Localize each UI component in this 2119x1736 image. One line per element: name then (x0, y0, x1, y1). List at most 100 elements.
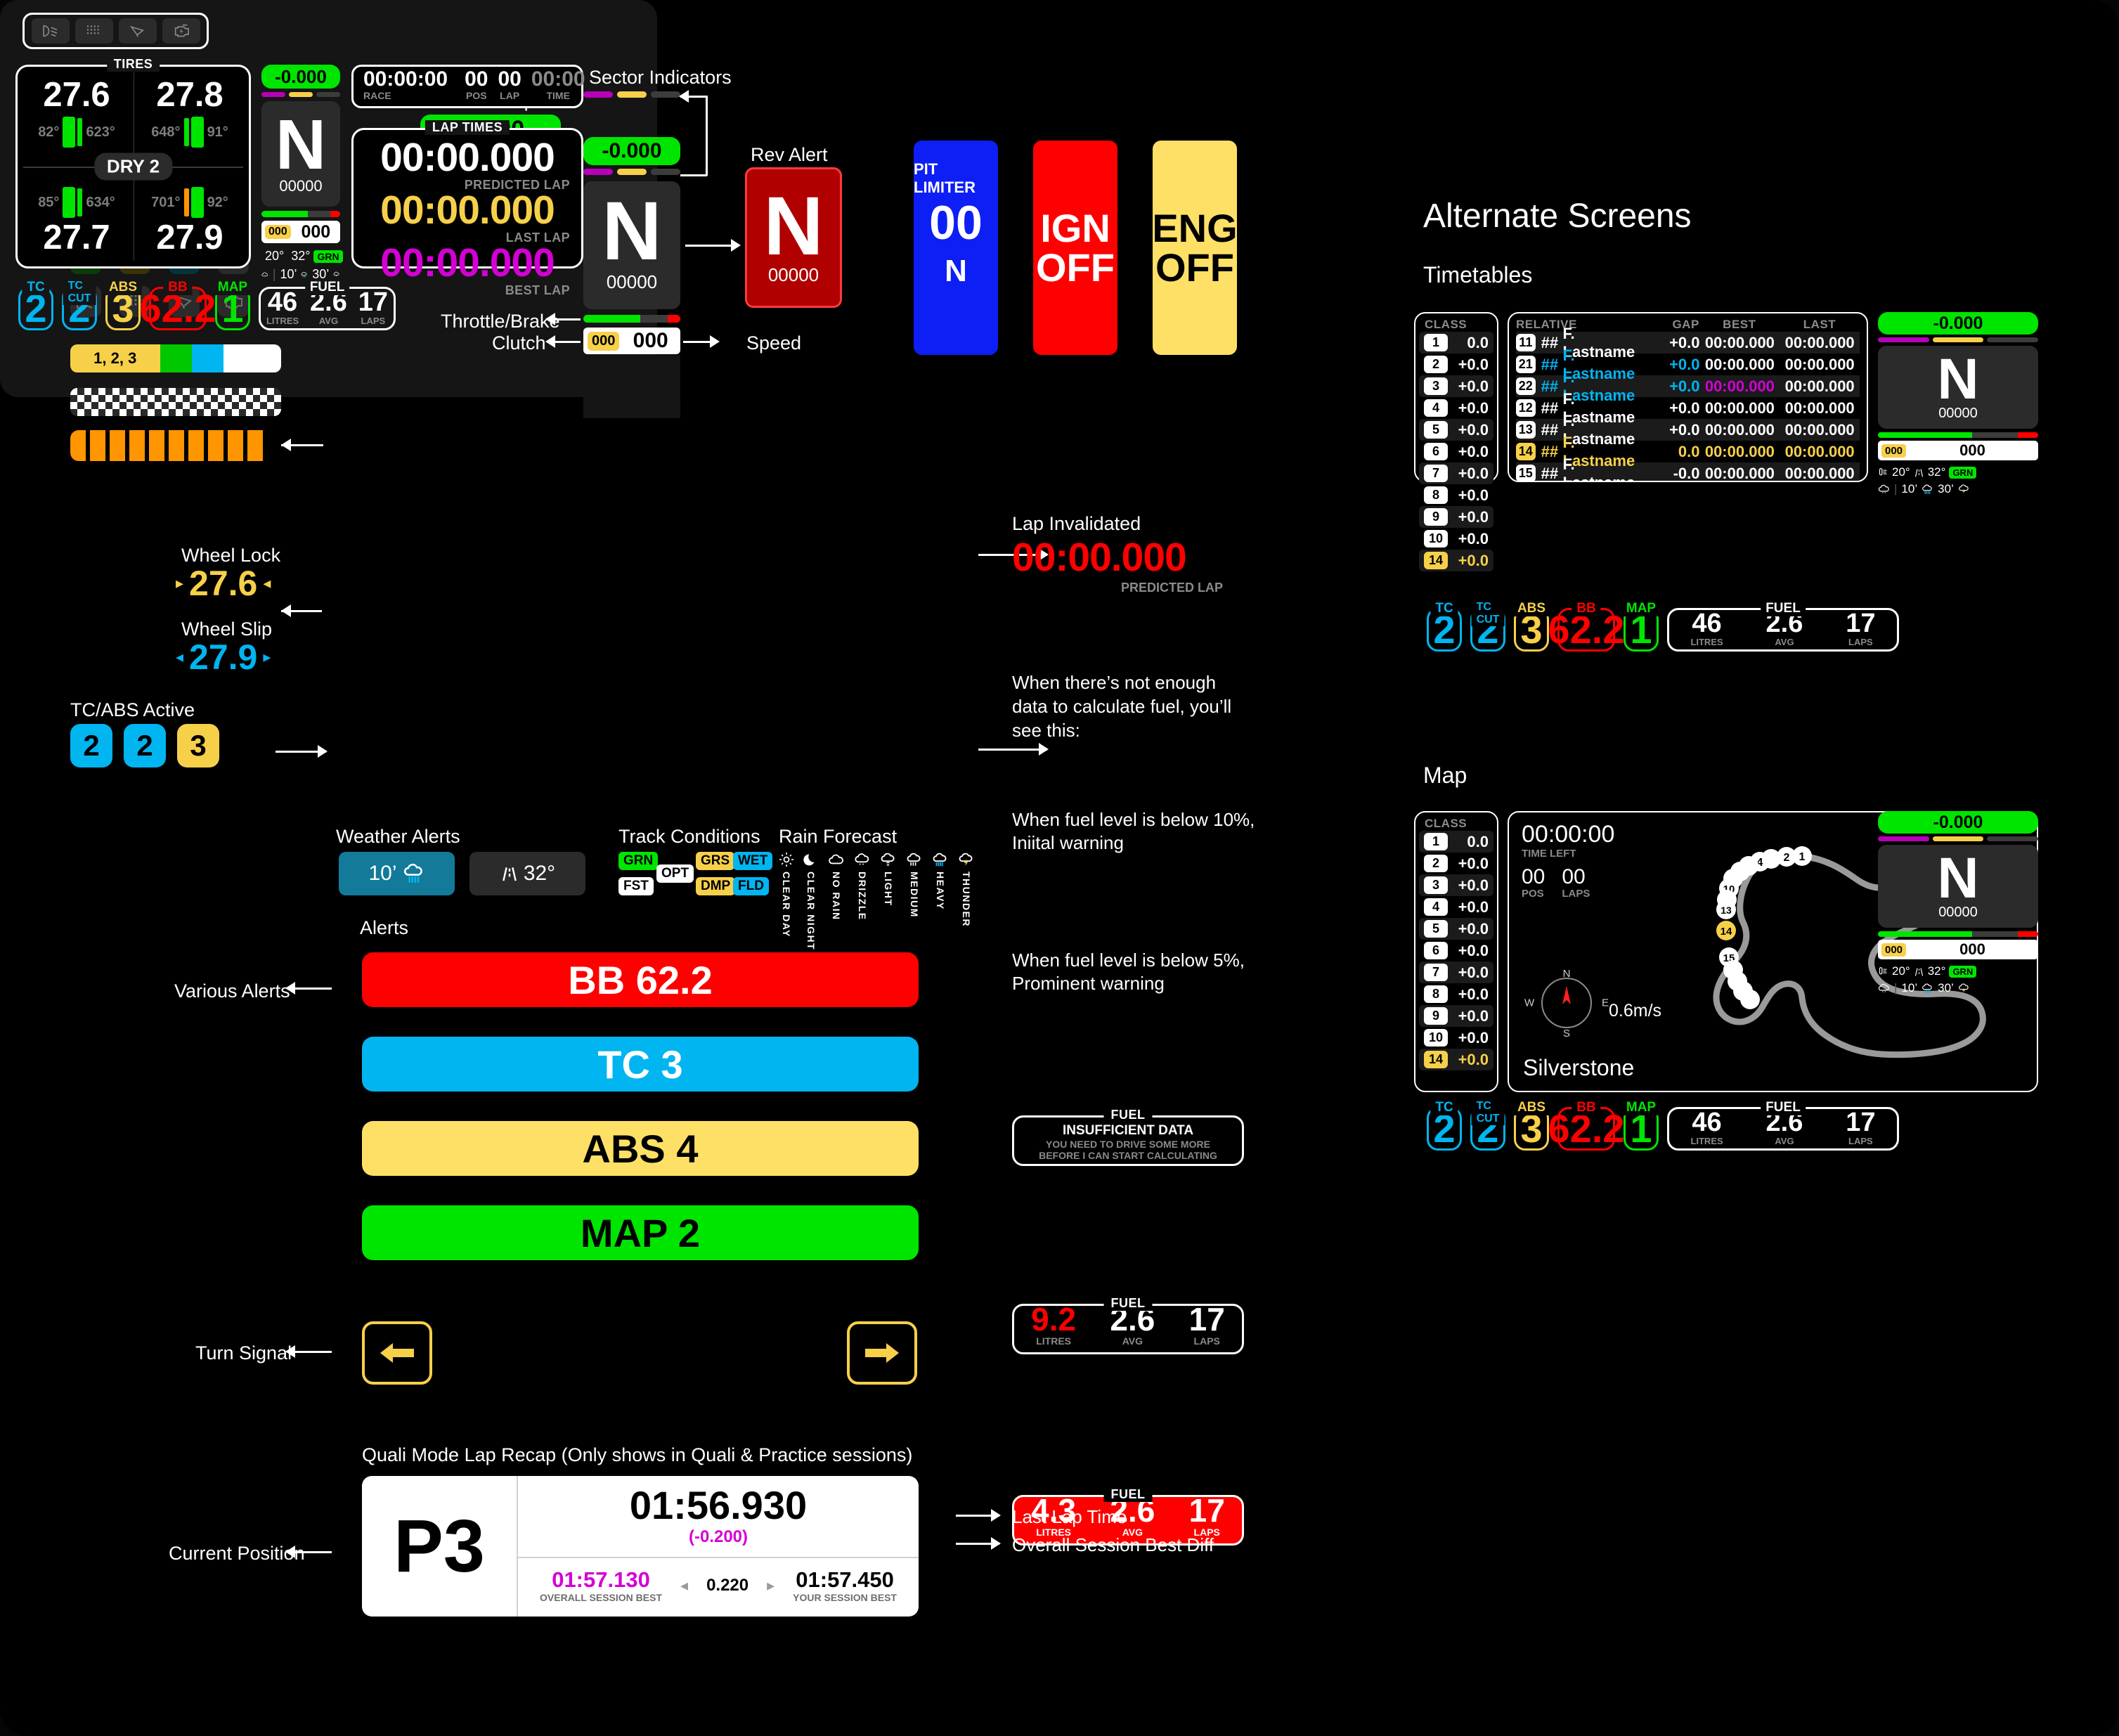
speed-label: Speed (746, 332, 802, 354)
current-position-label: Current Position (169, 1543, 305, 1564)
tt-sector-indicators (1878, 337, 2039, 342)
dash-weather-strip: 20° 32° GRN (261, 249, 343, 264)
fuel-warn5-caption: FUEL (1103, 1487, 1153, 1502)
class-header: CLASS (1425, 318, 1467, 331)
timetables-screen: CLASS 1 0.0 2 +0.0 3 +0.0 4 +0.0 5 +0.0 6 +0.0 7 +0.0… (1399, 302, 2052, 571)
pit-limiter-value: 00 (929, 196, 983, 250)
bb-config: BB 62.2 (140, 280, 216, 330)
wheel-slip-arrow-right-icon: ▸ (263, 648, 271, 666)
tires-panel: TIRES 27.6 82° 623° 27.8 648° 91° DRY 2 … (15, 57, 251, 268)
class-row: 7 +0.0 (1419, 961, 1493, 983)
throttle-brake-bar (583, 315, 680, 323)
class-row-position: 2 (1424, 855, 1448, 872)
tire-rl-temp: 85° (38, 194, 60, 210)
fuel-insufficient-title: INSUFFICIENT DATA (1062, 1123, 1194, 1138)
connector-wedge (583, 355, 680, 418)
eng-off-line-2: OFF (1155, 245, 1234, 290)
tt-abs-config: ABS 3 (1512, 601, 1551, 652)
tt-fuel-caption: FUEL (1761, 601, 1806, 616)
class-row: 7 +0.0 (1419, 462, 1493, 484)
pit-limiter-panel: PIT LIMITER 00 N (914, 141, 998, 355)
map-fuel-laps-label: LAPS (1848, 1135, 1873, 1146)
best-header: BEST (1723, 318, 1756, 331)
tire-fl-bar (63, 117, 83, 148)
arrow-head (545, 335, 555, 348)
cloud-drizzle-icon (1878, 983, 1889, 992)
class-row-position: 10 (1424, 530, 1448, 548)
forecast-clear-day: CLEAR DAY (779, 852, 794, 950)
class-row: 1 0.0 (1419, 831, 1493, 853)
rain-forecast-label: Rain Forecast (779, 826, 898, 847)
tt-fuel-laps: 17 (1846, 608, 1876, 638)
session-panel: 00:00:00 RACE 00 POS 00 LAP 00:00 TIME (351, 65, 585, 108)
row-car-number: ## (1541, 464, 1559, 482)
class-row: 1 0.0 (1419, 332, 1493, 354)
throttle-brake-label: Throttle/Brake (441, 311, 560, 332)
brake-segment (2017, 931, 2038, 937)
abs-config-label: ABS (103, 280, 143, 295)
turn-signal-left[interactable] (362, 1321, 432, 1385)
sector-1-indicator (583, 91, 613, 98)
tc-active-badge: 2 (70, 724, 112, 767)
map-weather-strip: 20° 32° GRN (1878, 964, 2038, 978)
tt-abs-label: ABS (1512, 601, 1551, 616)
turn-signal-right[interactable] (847, 1321, 917, 1385)
tire-rl-bar (63, 187, 83, 218)
fuel-panel: FUEL 46 LITRES 2.6 AVG 17 LAPS (259, 280, 396, 330)
speed-value: 000 (633, 329, 668, 352)
map-track-name: Silverstone (1523, 1055, 1635, 1080)
forecast-label: CLEAR NIGHT (805, 872, 817, 951)
timetables-gear-column: -0.000 N 00000 000 000 20° 32° GRN | 10’… (1878, 312, 2039, 496)
weather-alert-rain-card[interactable]: 10’ (339, 852, 455, 895)
air-temp-icon (1879, 467, 1887, 475)
row-gap: 0.0 (1678, 442, 1700, 460)
fuel-insufficient-line2: BEFORE I CAN START CALCULATING (1039, 1150, 1217, 1161)
map-gear-column: -0.000 N 00000 000 000 20° 32° GRN | 10’… (1878, 811, 2039, 995)
forecast-medium: MEDIUM (906, 852, 923, 950)
quali-recap-label: Quali Mode Lap Recap (Only shows in Qual… (362, 1444, 913, 1465)
class-row-gap: +0.0 (1458, 919, 1489, 938)
weather-alert-track-temp-card[interactable]: 32° (469, 852, 585, 895)
clutch-speed-bar: 000 000 (583, 328, 680, 354)
cloud-medium-rain-icon (907, 853, 921, 866)
tire-fl-brake: 623° (86, 124, 115, 140)
map-lap-diff: -0.000 (1878, 811, 2038, 834)
pos-label: POS (465, 90, 487, 101)
quali-recap-panel: P3 01:56.930 (-0.200) 01:57.130 OVERALL … (362, 1476, 919, 1617)
predicted-lap-value: 00:00.000 (380, 135, 555, 180)
fuel-caption: FUEL (304, 280, 350, 295)
dash-sector-indicators (261, 92, 340, 97)
class-row: 4 +0.0 (1419, 397, 1493, 419)
forecast-label: HEAVY (935, 872, 946, 910)
air-temp-icon (1879, 966, 1887, 974)
sector-1-indicator (1878, 836, 1929, 841)
class-row: 10 +0.0 (1419, 528, 1493, 550)
arrow-head (285, 1345, 295, 1358)
row-car-number: ## (1541, 399, 1559, 417)
arrow-head (679, 90, 689, 103)
map-config: MAP 1 (212, 280, 253, 330)
alert-map: MAP 2 (362, 1205, 919, 1260)
class-row-position: 5 (1424, 421, 1448, 439)
tt-tc-label: TC (1430, 601, 1458, 616)
track-condition-dmp: DMP (696, 877, 736, 895)
forecast-label: MEDIUM (909, 872, 920, 918)
map-pos-label: POS (1522, 888, 1544, 900)
sector-2-indicator (289, 92, 313, 97)
map-speed-value: 000 (1959, 940, 1985, 958)
class-row-position: 14 (1424, 1051, 1448, 1068)
compass-west-label: W (1524, 997, 1535, 1009)
flag-bar-checkered (70, 388, 281, 416)
wheel-slip-arrow-left-icon: ◂ (176, 648, 184, 666)
rev-alert-label: Rev Alert (751, 144, 828, 165)
clutch-value: 000 (588, 331, 620, 351)
class-row: 6 +0.0 (1419, 940, 1493, 961)
dash-clutch-speed: 000 000 (261, 221, 340, 243)
dash-rpm-value: 00000 (279, 177, 323, 195)
last-lap-time-label: Last Lap Time (1012, 1506, 1127, 1527)
fuel-warning-10-panel: FUEL 9.2 LITRES 2.6 AVG 17 LAPS (1012, 1296, 1244, 1354)
row-best-lap: 00:00.000 (1704, 399, 1775, 417)
arrow-head (991, 1509, 1001, 1522)
rpm-value: 00000 (606, 271, 658, 292)
row-position-badge: 22 (1516, 377, 1536, 395)
